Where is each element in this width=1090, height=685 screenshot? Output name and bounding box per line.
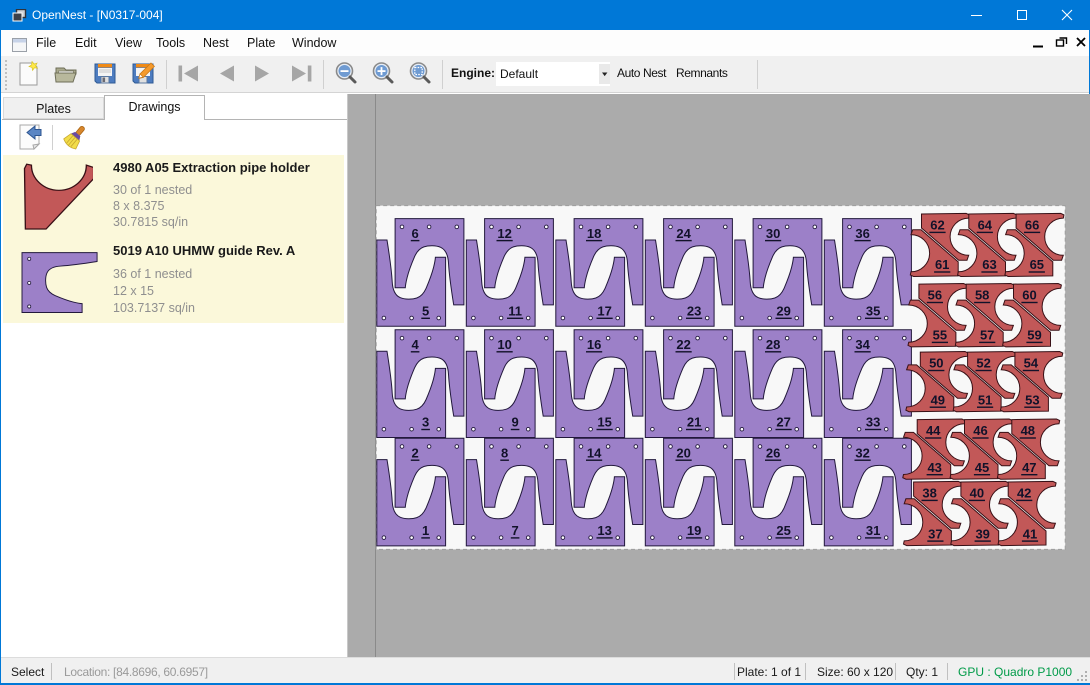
svg-text:48: 48 bbox=[1021, 423, 1035, 438]
svg-text:45: 45 bbox=[975, 460, 989, 475]
svg-text:37: 37 bbox=[928, 526, 942, 541]
svg-text:26: 26 bbox=[766, 445, 780, 460]
svg-text:35: 35 bbox=[866, 304, 880, 319]
svg-text:50: 50 bbox=[929, 356, 943, 371]
svg-text:31: 31 bbox=[866, 523, 880, 538]
svg-text:42: 42 bbox=[1017, 486, 1031, 501]
svg-text:34: 34 bbox=[855, 337, 870, 352]
svg-text:38: 38 bbox=[922, 486, 936, 501]
svg-text:29: 29 bbox=[776, 304, 790, 319]
svg-text:52: 52 bbox=[976, 356, 990, 371]
svg-text:61: 61 bbox=[935, 257, 949, 272]
svg-text:65: 65 bbox=[1030, 257, 1044, 272]
svg-text:6: 6 bbox=[411, 226, 418, 241]
svg-text:40: 40 bbox=[970, 486, 984, 501]
svg-text:4: 4 bbox=[411, 337, 419, 352]
svg-text:1: 1 bbox=[422, 523, 429, 538]
svg-text:28: 28 bbox=[766, 337, 780, 352]
svg-text:3: 3 bbox=[422, 415, 429, 430]
svg-text:54: 54 bbox=[1024, 356, 1039, 371]
svg-text:66: 66 bbox=[1025, 218, 1039, 233]
svg-text:8: 8 bbox=[501, 445, 508, 460]
svg-text:12: 12 bbox=[497, 226, 511, 241]
svg-text:20: 20 bbox=[676, 445, 690, 460]
svg-text:57: 57 bbox=[980, 328, 994, 343]
svg-text:59: 59 bbox=[1027, 328, 1041, 343]
svg-text:17: 17 bbox=[597, 304, 611, 319]
svg-text:25: 25 bbox=[776, 523, 790, 538]
svg-text:51: 51 bbox=[978, 392, 992, 407]
svg-text:11: 11 bbox=[508, 304, 522, 319]
svg-text:46: 46 bbox=[973, 423, 987, 438]
svg-text:47: 47 bbox=[1022, 460, 1036, 475]
svg-text:14: 14 bbox=[587, 445, 602, 460]
svg-text:23: 23 bbox=[687, 304, 701, 319]
svg-text:15: 15 bbox=[597, 415, 611, 430]
svg-text:64: 64 bbox=[978, 218, 993, 233]
svg-text:60: 60 bbox=[1022, 288, 1036, 303]
svg-text:39: 39 bbox=[975, 526, 989, 541]
svg-text:63: 63 bbox=[982, 257, 996, 272]
svg-text:16: 16 bbox=[587, 337, 601, 352]
svg-text:36: 36 bbox=[855, 226, 869, 241]
svg-text:5: 5 bbox=[422, 304, 429, 319]
svg-text:58: 58 bbox=[975, 288, 989, 303]
svg-text:56: 56 bbox=[928, 288, 942, 303]
svg-text:19: 19 bbox=[687, 523, 701, 538]
svg-text:21: 21 bbox=[687, 415, 701, 430]
svg-text:49: 49 bbox=[931, 392, 945, 407]
svg-text:43: 43 bbox=[927, 460, 941, 475]
svg-text:27: 27 bbox=[776, 415, 790, 430]
svg-text:22: 22 bbox=[676, 337, 690, 352]
svg-text:41: 41 bbox=[1023, 526, 1037, 541]
svg-text:13: 13 bbox=[597, 523, 611, 538]
svg-text:7: 7 bbox=[511, 523, 518, 538]
svg-text:44: 44 bbox=[926, 423, 941, 438]
svg-text:55: 55 bbox=[933, 328, 947, 343]
svg-text:24: 24 bbox=[676, 226, 691, 241]
svg-text:2: 2 bbox=[411, 445, 418, 460]
svg-text:9: 9 bbox=[511, 415, 518, 430]
svg-text:33: 33 bbox=[866, 415, 880, 430]
svg-text:18: 18 bbox=[587, 226, 601, 241]
svg-text:32: 32 bbox=[855, 445, 869, 460]
svg-text:62: 62 bbox=[930, 218, 944, 233]
svg-text:30: 30 bbox=[766, 226, 780, 241]
svg-text:10: 10 bbox=[497, 337, 511, 352]
svg-text:53: 53 bbox=[1025, 392, 1039, 407]
